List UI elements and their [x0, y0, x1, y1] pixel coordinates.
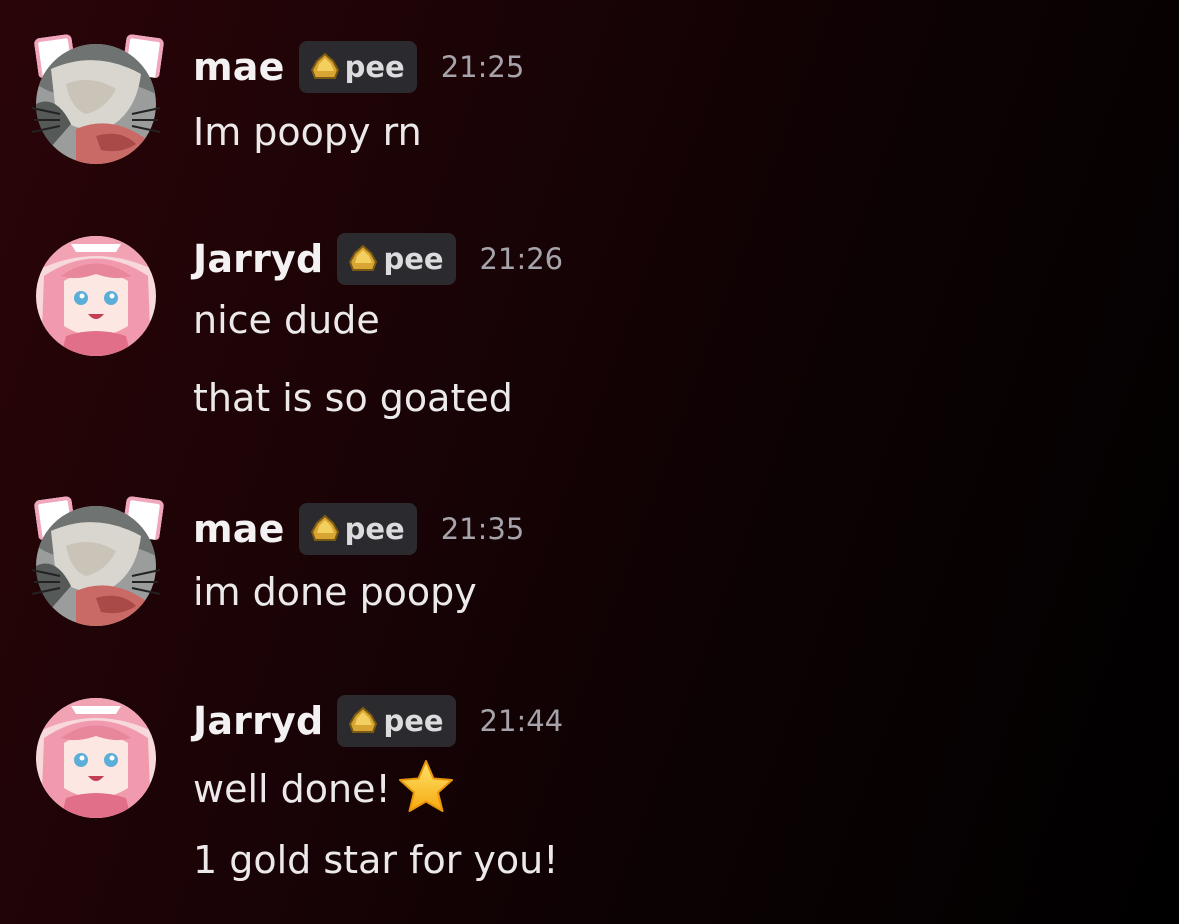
server-tag[interactable]: pee	[337, 233, 456, 285]
username[interactable]: mae	[193, 45, 285, 89]
avatar-container[interactable]	[0, 33, 170, 166]
chat-message: mae pee 21:35 im done poopy	[0, 495, 1179, 628]
server-tag-label: pee	[383, 242, 444, 276]
timestamp[interactable]: 21:35	[441, 512, 525, 546]
timestamp[interactable]: 21:44	[480, 704, 564, 738]
message-text: Im poopy rn	[193, 110, 422, 154]
star-emoji-icon	[398, 760, 453, 812]
avatar-container[interactable]	[0, 495, 170, 628]
gold-nugget-icon	[349, 706, 378, 733]
message-text: 1 gold star for you!	[193, 838, 559, 882]
chat-message: Jarryd pee 21:44 well done! 1 gold star …	[0, 690, 1179, 900]
username[interactable]: Jarryd	[193, 699, 323, 743]
chat-message: mae pee 21:25 Im poopy rn	[0, 33, 1179, 166]
gold-nugget-icon	[310, 52, 339, 79]
server-tag[interactable]: pee	[337, 695, 456, 747]
avatar[interactable]	[36, 698, 156, 818]
avatar-container[interactable]	[0, 228, 170, 358]
message-text-content: well done!	[193, 767, 391, 811]
server-tag-label: pee	[383, 704, 444, 738]
gold-nugget-icon	[349, 244, 378, 271]
chat-message-list: mae pee 21:25 Im poopy rn Jarryd pee 21:…	[0, 0, 1179, 924]
message-header: Jarryd pee 21:44	[193, 693, 563, 749]
message-text: im done poopy	[193, 570, 477, 614]
message-header: mae pee 21:25	[193, 39, 524, 95]
server-tag[interactable]: pee	[298, 503, 417, 555]
timestamp[interactable]: 21:25	[441, 50, 525, 84]
message-header: mae pee 21:35	[193, 501, 524, 557]
server-tag-label: pee	[344, 512, 405, 546]
username[interactable]: Jarryd	[193, 237, 323, 281]
gold-nugget-icon	[310, 514, 339, 541]
server-tag-label: pee	[344, 50, 405, 84]
whiskers-decoration	[31, 569, 161, 595]
chat-message: Jarryd pee 21:26 nice dude that is so go…	[0, 228, 1179, 428]
message-header: Jarryd pee 21:26	[193, 231, 563, 287]
message-text: that is so goated	[193, 376, 513, 420]
message-text: well done!	[193, 758, 455, 816]
avatar-container[interactable]	[0, 690, 170, 820]
username[interactable]: mae	[193, 507, 285, 551]
server-tag[interactable]: pee	[298, 41, 417, 93]
whiskers-decoration	[31, 107, 161, 133]
avatar[interactable]	[36, 236, 156, 356]
timestamp[interactable]: 21:26	[480, 242, 564, 276]
message-text: nice dude	[193, 298, 380, 342]
